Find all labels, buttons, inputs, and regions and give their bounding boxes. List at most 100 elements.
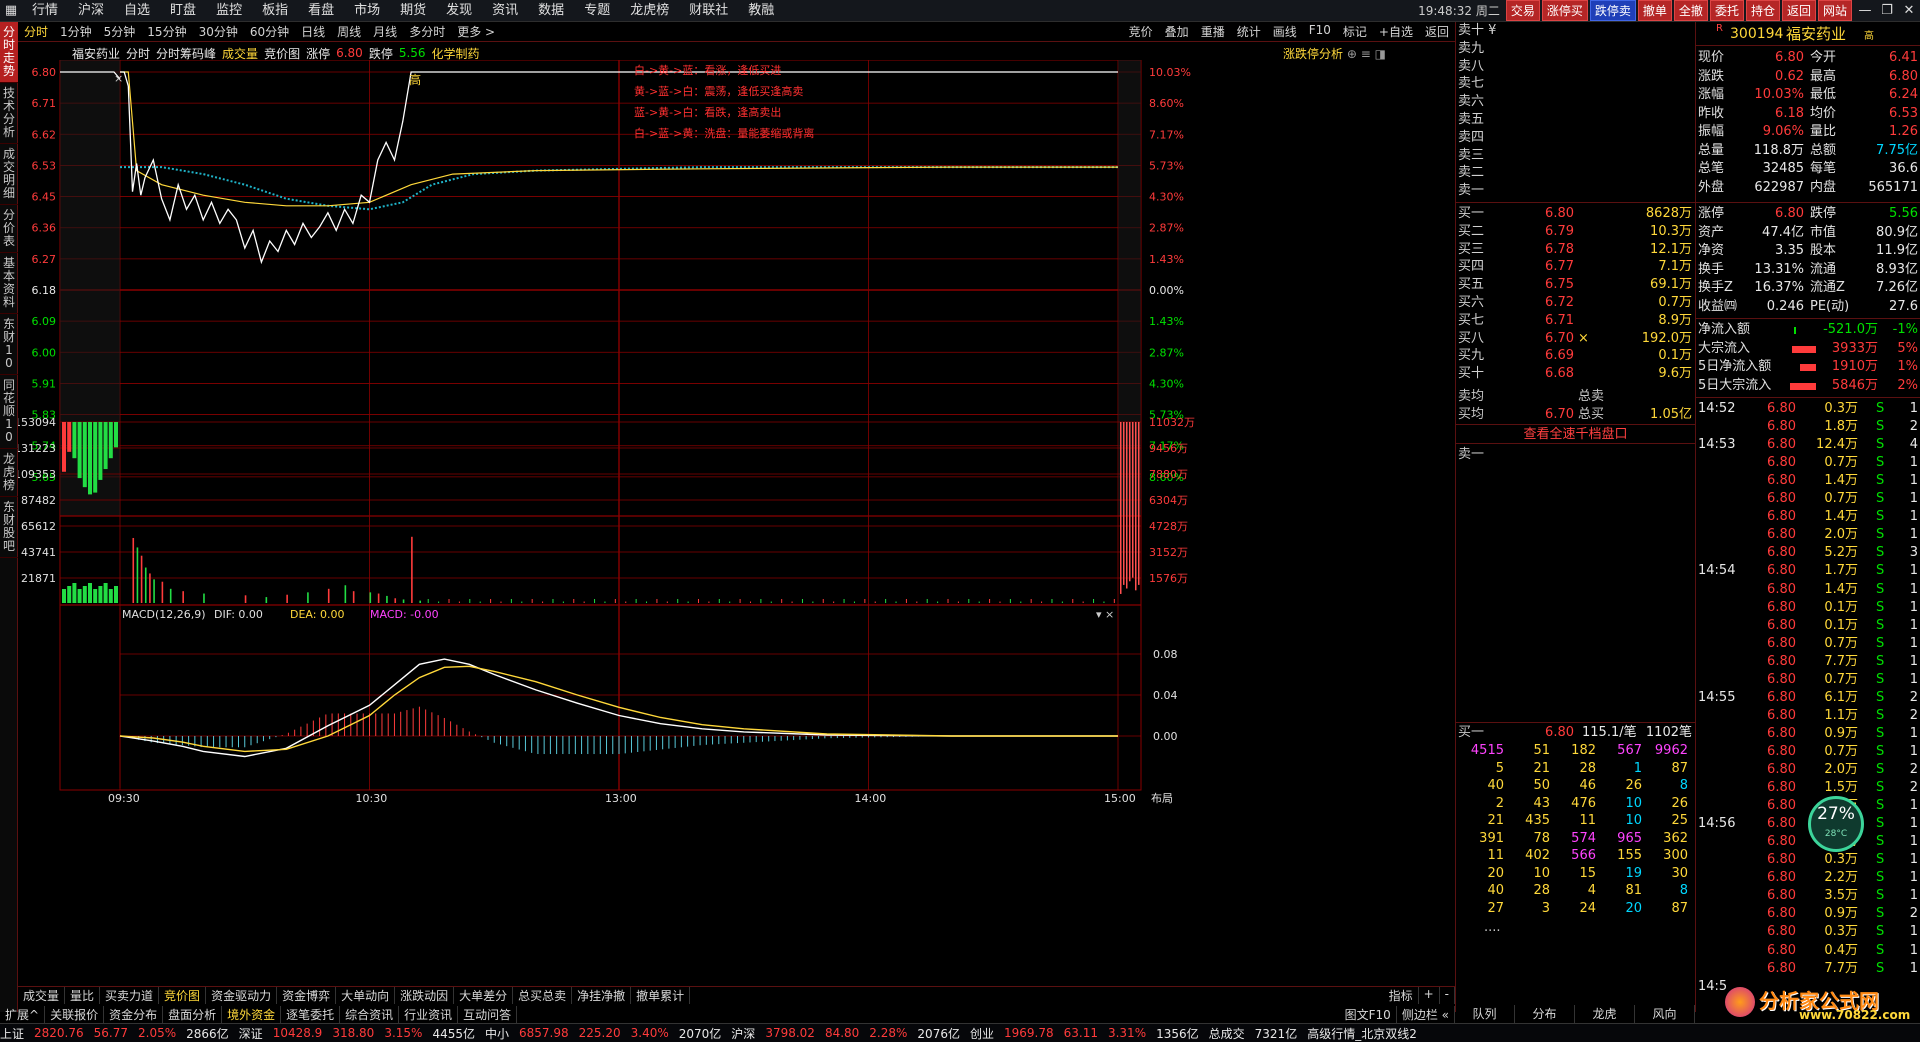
orderbook-tab-2[interactable]: 龙虎: [1575, 1005, 1635, 1023]
indicator-tab-3[interactable]: 竞价图: [159, 987, 207, 1004]
orderbook-tab-0[interactable]: 队列: [1455, 1005, 1515, 1023]
period-tab-2[interactable]: 5分钟: [98, 25, 142, 39]
tag-chip-peak[interactable]: 分时筹码峰: [156, 45, 216, 62]
extension-tab-3[interactable]: 盘面分析: [163, 1005, 223, 1023]
menu-item-4[interactable]: 监控: [206, 0, 252, 22]
menu-item-5[interactable]: 板指: [252, 0, 298, 22]
indicator-tool-1[interactable]: +: [1419, 987, 1440, 1004]
trade-button-7[interactable]: 返回: [1781, 0, 1816, 21]
close-marker-icon[interactable]: ×: [114, 72, 123, 85]
chart-tool-6[interactable]: 标记: [1337, 23, 1373, 40]
orderbook-tab-3[interactable]: 风向: [1635, 1005, 1695, 1023]
chart-tool-5[interactable]: F10: [1303, 23, 1337, 40]
chart-tool-2[interactable]: 重播: [1195, 23, 1231, 40]
close-icon[interactable]: ✕: [1898, 3, 1920, 18]
indicator-tab-6[interactable]: 大单动向: [336, 987, 396, 1004]
menu-item-1[interactable]: 沪深: [68, 0, 114, 22]
view-all-depth-button[interactable]: 查看全速千档盘口: [1456, 424, 1695, 444]
period-tab-4[interactable]: 30分钟: [193, 25, 244, 39]
left-tab-0[interactable]: 分时走势: [0, 22, 18, 83]
extension-tab-0[interactable]: 扩展^: [0, 1005, 46, 1023]
menu-item-2[interactable]: 自选: [114, 0, 160, 22]
menu-item-13[interactable]: 龙虎榜: [620, 0, 679, 22]
chart-tool-7[interactable]: +自选: [1373, 23, 1419, 40]
period-tab-9[interactable]: 多分时: [403, 25, 451, 39]
indicator-tool-0[interactable]: 指标: [1384, 987, 1419, 1004]
menu-item-14[interactable]: 财联社: [679, 0, 738, 22]
chart-tool-0[interactable]: 竞价: [1123, 23, 1159, 40]
indicator-tab-2[interactable]: 买卖力道: [100, 987, 160, 1004]
period-tab-3[interactable]: 15分钟: [141, 25, 192, 39]
indicator-tab-1[interactable]: 量比: [65, 987, 101, 1004]
period-tab-1[interactable]: 1分钟: [54, 25, 98, 39]
trade-button-6[interactable]: 持仓: [1745, 0, 1780, 21]
menu-item-8[interactable]: 期货: [390, 0, 436, 22]
indicator-tab-7[interactable]: 涨跌动因: [395, 987, 455, 1004]
extension-tab-1[interactable]: 关联报价: [45, 1005, 105, 1023]
indicator-tab-10[interactable]: 净挂净撤: [572, 987, 632, 1004]
ticker-name[interactable]: 中小: [485, 1025, 509, 1042]
menu-item-12[interactable]: 专题: [574, 0, 620, 22]
indicator-tool-2[interactable]: -: [1440, 987, 1455, 1004]
period-tab-6[interactable]: 日线: [295, 25, 331, 39]
trade-button-3[interactable]: 撤单: [1637, 0, 1672, 21]
ticker-name[interactable]: 深证: [239, 1025, 263, 1042]
tag-volume[interactable]: 成交量: [222, 45, 258, 62]
menu-item-15[interactable]: 教融: [738, 0, 784, 22]
left-tab-7[interactable]: 龙虎榜: [0, 449, 18, 497]
chart-tool-4[interactable]: 画线: [1267, 23, 1303, 40]
extension-tab-4[interactable]: 境外资金: [222, 1005, 282, 1023]
chart-tool-1[interactable]: 叠加: [1159, 23, 1195, 40]
layout-button[interactable]: 布局: [1151, 792, 1173, 805]
left-tab-8[interactable]: 东财股吧: [0, 497, 18, 558]
indicator-tab-9[interactable]: 总买总卖: [513, 987, 573, 1004]
extension-tab-7[interactable]: 行业资讯: [399, 1005, 459, 1023]
menu-item-0[interactable]: 行情: [22, 0, 68, 22]
trade-button-4[interactable]: 全撤: [1673, 0, 1708, 21]
menu-item-11[interactable]: 数据: [528, 0, 574, 22]
tag-auction[interactable]: 竞价图: [264, 45, 300, 62]
menu-item-10[interactable]: 资讯: [482, 0, 528, 22]
macd-menu-icon[interactable]: ▾ ×: [1096, 608, 1114, 621]
extension-tab-6[interactable]: 综合资讯: [340, 1005, 400, 1023]
indicator-tab-0[interactable]: 成交量: [18, 987, 66, 1004]
extension-tab-8[interactable]: 互动问答: [458, 1005, 518, 1023]
menu-item-3[interactable]: 盯盘: [160, 0, 206, 22]
app-grid-icon[interactable]: ▦: [0, 0, 22, 22]
ticker-name[interactable]: 上证: [0, 1025, 24, 1042]
chart-tool-8[interactable]: 返回: [1419, 23, 1455, 40]
left-tab-6[interactable]: 同花顺10: [0, 375, 18, 449]
extension-tab-2[interactable]: 资金分布: [104, 1005, 164, 1023]
indicator-tab-11[interactable]: 撤单累计: [631, 987, 691, 1004]
indicator-tab-4[interactable]: 资金驱动力: [206, 987, 278, 1004]
performance-widget[interactable]: 27% 28°C: [1808, 796, 1864, 852]
extension-tool-0[interactable]: 图文F10: [1340, 1005, 1397, 1023]
trade-button-0[interactable]: 交易: [1505, 0, 1540, 21]
period-tab-0[interactable]: 分时: [18, 25, 54, 39]
ticker-source[interactable]: 高级行情_北京双线2: [1307, 1025, 1417, 1042]
extension-tool-1[interactable]: 侧边栏 «: [1397, 1005, 1455, 1023]
left-tab-1[interactable]: 技术分析: [0, 83, 18, 144]
indicator-tab-5[interactable]: 资金博弈: [277, 987, 337, 1004]
trade-button-2[interactable]: 跌停卖: [1589, 0, 1636, 21]
left-tab-3[interactable]: 分价表: [0, 205, 18, 253]
ticker-name[interactable]: 沪深: [731, 1025, 755, 1042]
intraday-chart[interactable]: 6.80 10.03% 6.71 8.60% 6.62 7.17% 6.53 5.73% 6.4…: [18, 60, 1455, 986]
mode-label[interactable]: 分时: [126, 45, 150, 62]
menu-item-9[interactable]: 发现: [436, 0, 482, 22]
left-tab-5[interactable]: 东财10: [0, 314, 18, 375]
left-tab-2[interactable]: 成交明细: [0, 144, 18, 205]
left-tab-4[interactable]: 基本资料: [0, 253, 18, 314]
indicator-tab-8[interactable]: 大单差分: [454, 987, 514, 1004]
extension-tab-5[interactable]: 逐笔委托: [281, 1005, 341, 1023]
sector-label[interactable]: 化学制药: [432, 45, 480, 62]
restore-icon[interactable]: ❐: [1876, 3, 1898, 18]
trade-button-8[interactable]: 网站: [1817, 0, 1852, 21]
ticker-name[interactable]: 创业: [970, 1025, 994, 1042]
period-tab-8[interactable]: 月线: [367, 25, 403, 39]
menu-item-7[interactable]: 市场: [344, 0, 390, 22]
trade-button-1[interactable]: 涨停买: [1541, 0, 1588, 21]
period-tab-5[interactable]: 60分钟: [244, 25, 295, 39]
chart-tool-3[interactable]: 统计: [1231, 23, 1267, 40]
orderbook-tab-1[interactable]: 分布: [1515, 1005, 1575, 1023]
